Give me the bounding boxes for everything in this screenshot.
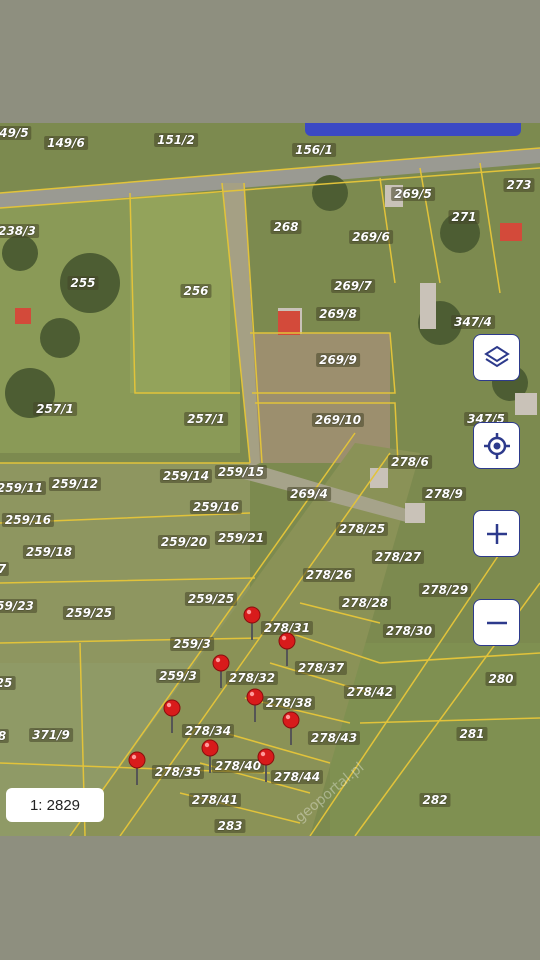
scale-label: 1: 2829 — [6, 788, 104, 822]
parcel-label: 278/9 — [422, 487, 466, 501]
parcel-label: 347/4 — [451, 315, 495, 329]
parcel-label: 269/4 — [287, 487, 331, 501]
parcel-label: 25 — [0, 676, 16, 690]
parcel-label: 282 — [419, 793, 451, 807]
parcel-label: 269/9 — [316, 353, 360, 367]
minus-icon — [486, 621, 507, 624]
map-pin-icon[interactable] — [277, 632, 297, 666]
layers-icon — [483, 345, 510, 367]
parcel-label: 278/38 — [262, 696, 316, 710]
parcel-label: 278/37 — [294, 661, 348, 675]
parcel-label: 259/18 — [22, 545, 76, 559]
map-pin-icon[interactable] — [211, 654, 231, 688]
parcel-label: 256 — [180, 284, 212, 298]
parcel-label: 278/34 — [181, 724, 235, 738]
parcel-label: 149/6 — [44, 136, 88, 150]
parcel-label: 269/5 — [391, 187, 435, 201]
parcel-label: 271 — [448, 210, 480, 224]
parcel-label: 281 — [456, 727, 488, 741]
parcel-label: 278/6 — [388, 455, 432, 469]
parcel-label: 278/44 — [270, 770, 324, 784]
top-panel — [305, 123, 521, 136]
parcel-label: 259/15 — [214, 465, 268, 479]
parcel-label: 259/11 — [0, 481, 47, 495]
parcel-label: 278/27 — [371, 550, 425, 564]
parcel-label: 269/6 — [349, 230, 393, 244]
map-view[interactable]: geoportal.pl 49/5 149/6 151/2 156/1 269/5 273… — [0, 123, 540, 836]
parcel-label: 278/26 — [302, 568, 356, 582]
parcel-label: 278/29 — [418, 583, 472, 597]
parcel-label: 151/2 — [154, 133, 198, 147]
parcel-label: 269/8 — [316, 307, 360, 321]
parcel-label: 238/3 — [0, 224, 39, 238]
map-pin-icon[interactable] — [127, 751, 147, 785]
locate-button[interactable] — [473, 422, 520, 469]
parcel-label: 273 — [503, 178, 535, 192]
map-pin-icon[interactable] — [281, 711, 301, 745]
parcel-label: 59/23 — [0, 599, 37, 613]
parcel-label: 259/25 — [62, 606, 116, 620]
parcel-label: 259/21 — [214, 531, 268, 545]
parcel-label: 278/28 — [338, 596, 392, 610]
parcel-label: 7 — [0, 562, 10, 576]
parcel-label: 255 — [67, 276, 99, 290]
parcel-label: 269/10 — [311, 413, 365, 427]
map-pin-icon[interactable] — [200, 739, 220, 773]
parcel-label: 259/3 — [170, 637, 214, 651]
parcel-label: 278/32 — [225, 671, 279, 685]
parcel-label: 259/20 — [157, 535, 211, 549]
parcel-label: 259/16 — [189, 500, 243, 514]
parcel-label: 259/3 — [156, 669, 200, 683]
parcel-label: 283 — [214, 819, 246, 833]
parcel-label: 278/42 — [343, 685, 397, 699]
map-pin-icon[interactable] — [256, 748, 276, 782]
plus-icon — [486, 523, 507, 544]
parcel-label: 259/12 — [48, 477, 102, 491]
parcel-label: 156/1 — [292, 143, 336, 157]
parcel-label: 278/35 — [151, 765, 205, 779]
parcel-label: 278/43 — [307, 731, 361, 745]
crosshair-icon — [483, 432, 510, 459]
parcel-label: 49/5 — [0, 126, 32, 140]
parcel-label: 257/1 — [33, 402, 77, 416]
map-pin-icon[interactable] — [245, 688, 265, 722]
parcel-label: 280 — [485, 672, 517, 686]
parcel-label: 259/25 — [184, 592, 238, 606]
parcel-label: 278/25 — [335, 522, 389, 536]
parcel-label: 371/9 — [29, 728, 73, 742]
parcel-label: 269/7 — [331, 279, 375, 293]
parcel-label: 8 — [0, 729, 10, 743]
zoom-out-button[interactable] — [473, 599, 520, 646]
parcel-label: 259/14 — [159, 469, 213, 483]
layers-button[interactable] — [473, 334, 520, 381]
map-pin-icon[interactable] — [162, 699, 182, 733]
parcel-label: 278/30 — [382, 624, 436, 638]
parcel-label: 259/16 — [1, 513, 55, 527]
parcel-label: 278/41 — [188, 793, 242, 807]
map-pin-icon[interactable] — [242, 606, 262, 640]
parcel-label: 257/1 — [184, 412, 228, 426]
parcel-label: 268 — [270, 220, 302, 234]
zoom-in-button[interactable] — [473, 510, 520, 557]
